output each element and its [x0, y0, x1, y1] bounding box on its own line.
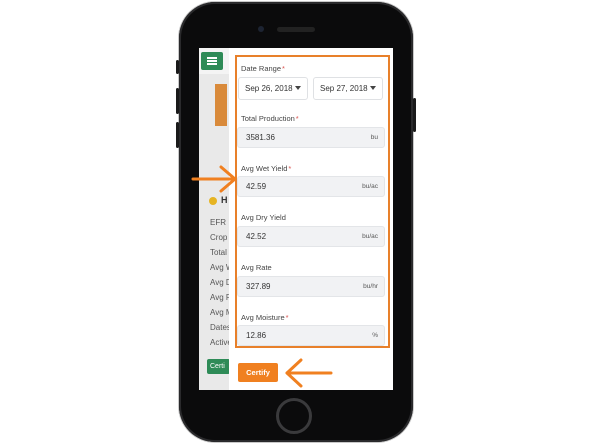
field-photo [215, 84, 227, 126]
background-heading: H [221, 195, 228, 205]
arrow-right-annotation-icon [191, 165, 237, 193]
avg-wet-yield-field[interactable]: 42.59 bu/ac [237, 176, 385, 197]
date-range-label: Date Range* [241, 64, 285, 73]
background-row: Dates [210, 323, 231, 332]
earpiece-speaker [277, 27, 315, 32]
chevron-down-icon [370, 86, 376, 90]
mute-switch [176, 60, 179, 74]
hamburger-menu-icon[interactable] [201, 52, 223, 70]
total-production-label: Total Production* [241, 114, 299, 123]
avg-dry-yield-field[interactable]: 42.52 bu/ac [237, 226, 385, 247]
home-button[interactable] [276, 398, 312, 434]
volume-down-button [176, 122, 179, 148]
front-camera-icon [258, 26, 264, 32]
start-date-select[interactable]: Sep 26, 2018 [238, 77, 308, 100]
avg-wet-yield-label: Avg Wet Yield* [241, 164, 292, 173]
avg-rate-field[interactable]: 327.89 bu/hr [237, 276, 385, 297]
end-date-value: Sep 27, 2018 [320, 84, 368, 93]
background-certify-button: Certi [207, 359, 230, 374]
power-button [413, 98, 416, 132]
avg-rate-label: Avg Rate [241, 263, 272, 272]
arrow-left-annotation-icon [285, 358, 333, 388]
certify-button[interactable]: Certify [238, 363, 278, 382]
background-row: Total [210, 248, 227, 257]
start-date-value: Sep 26, 2018 [245, 84, 293, 93]
avg-moisture-label: Avg Moisture* [241, 313, 289, 322]
avg-dry-yield-label: Avg Dry Yield [241, 213, 286, 222]
end-date-select[interactable]: Sep 27, 2018 [313, 77, 383, 100]
avg-moisture-field[interactable]: 12.86% [237, 325, 385, 346]
smiley-icon [209, 197, 217, 205]
volume-up-button [176, 88, 179, 114]
total-production-field[interactable]: 3581.36 bu [237, 127, 385, 148]
chevron-down-icon [295, 86, 301, 90]
background-row: Crop [210, 233, 228, 242]
